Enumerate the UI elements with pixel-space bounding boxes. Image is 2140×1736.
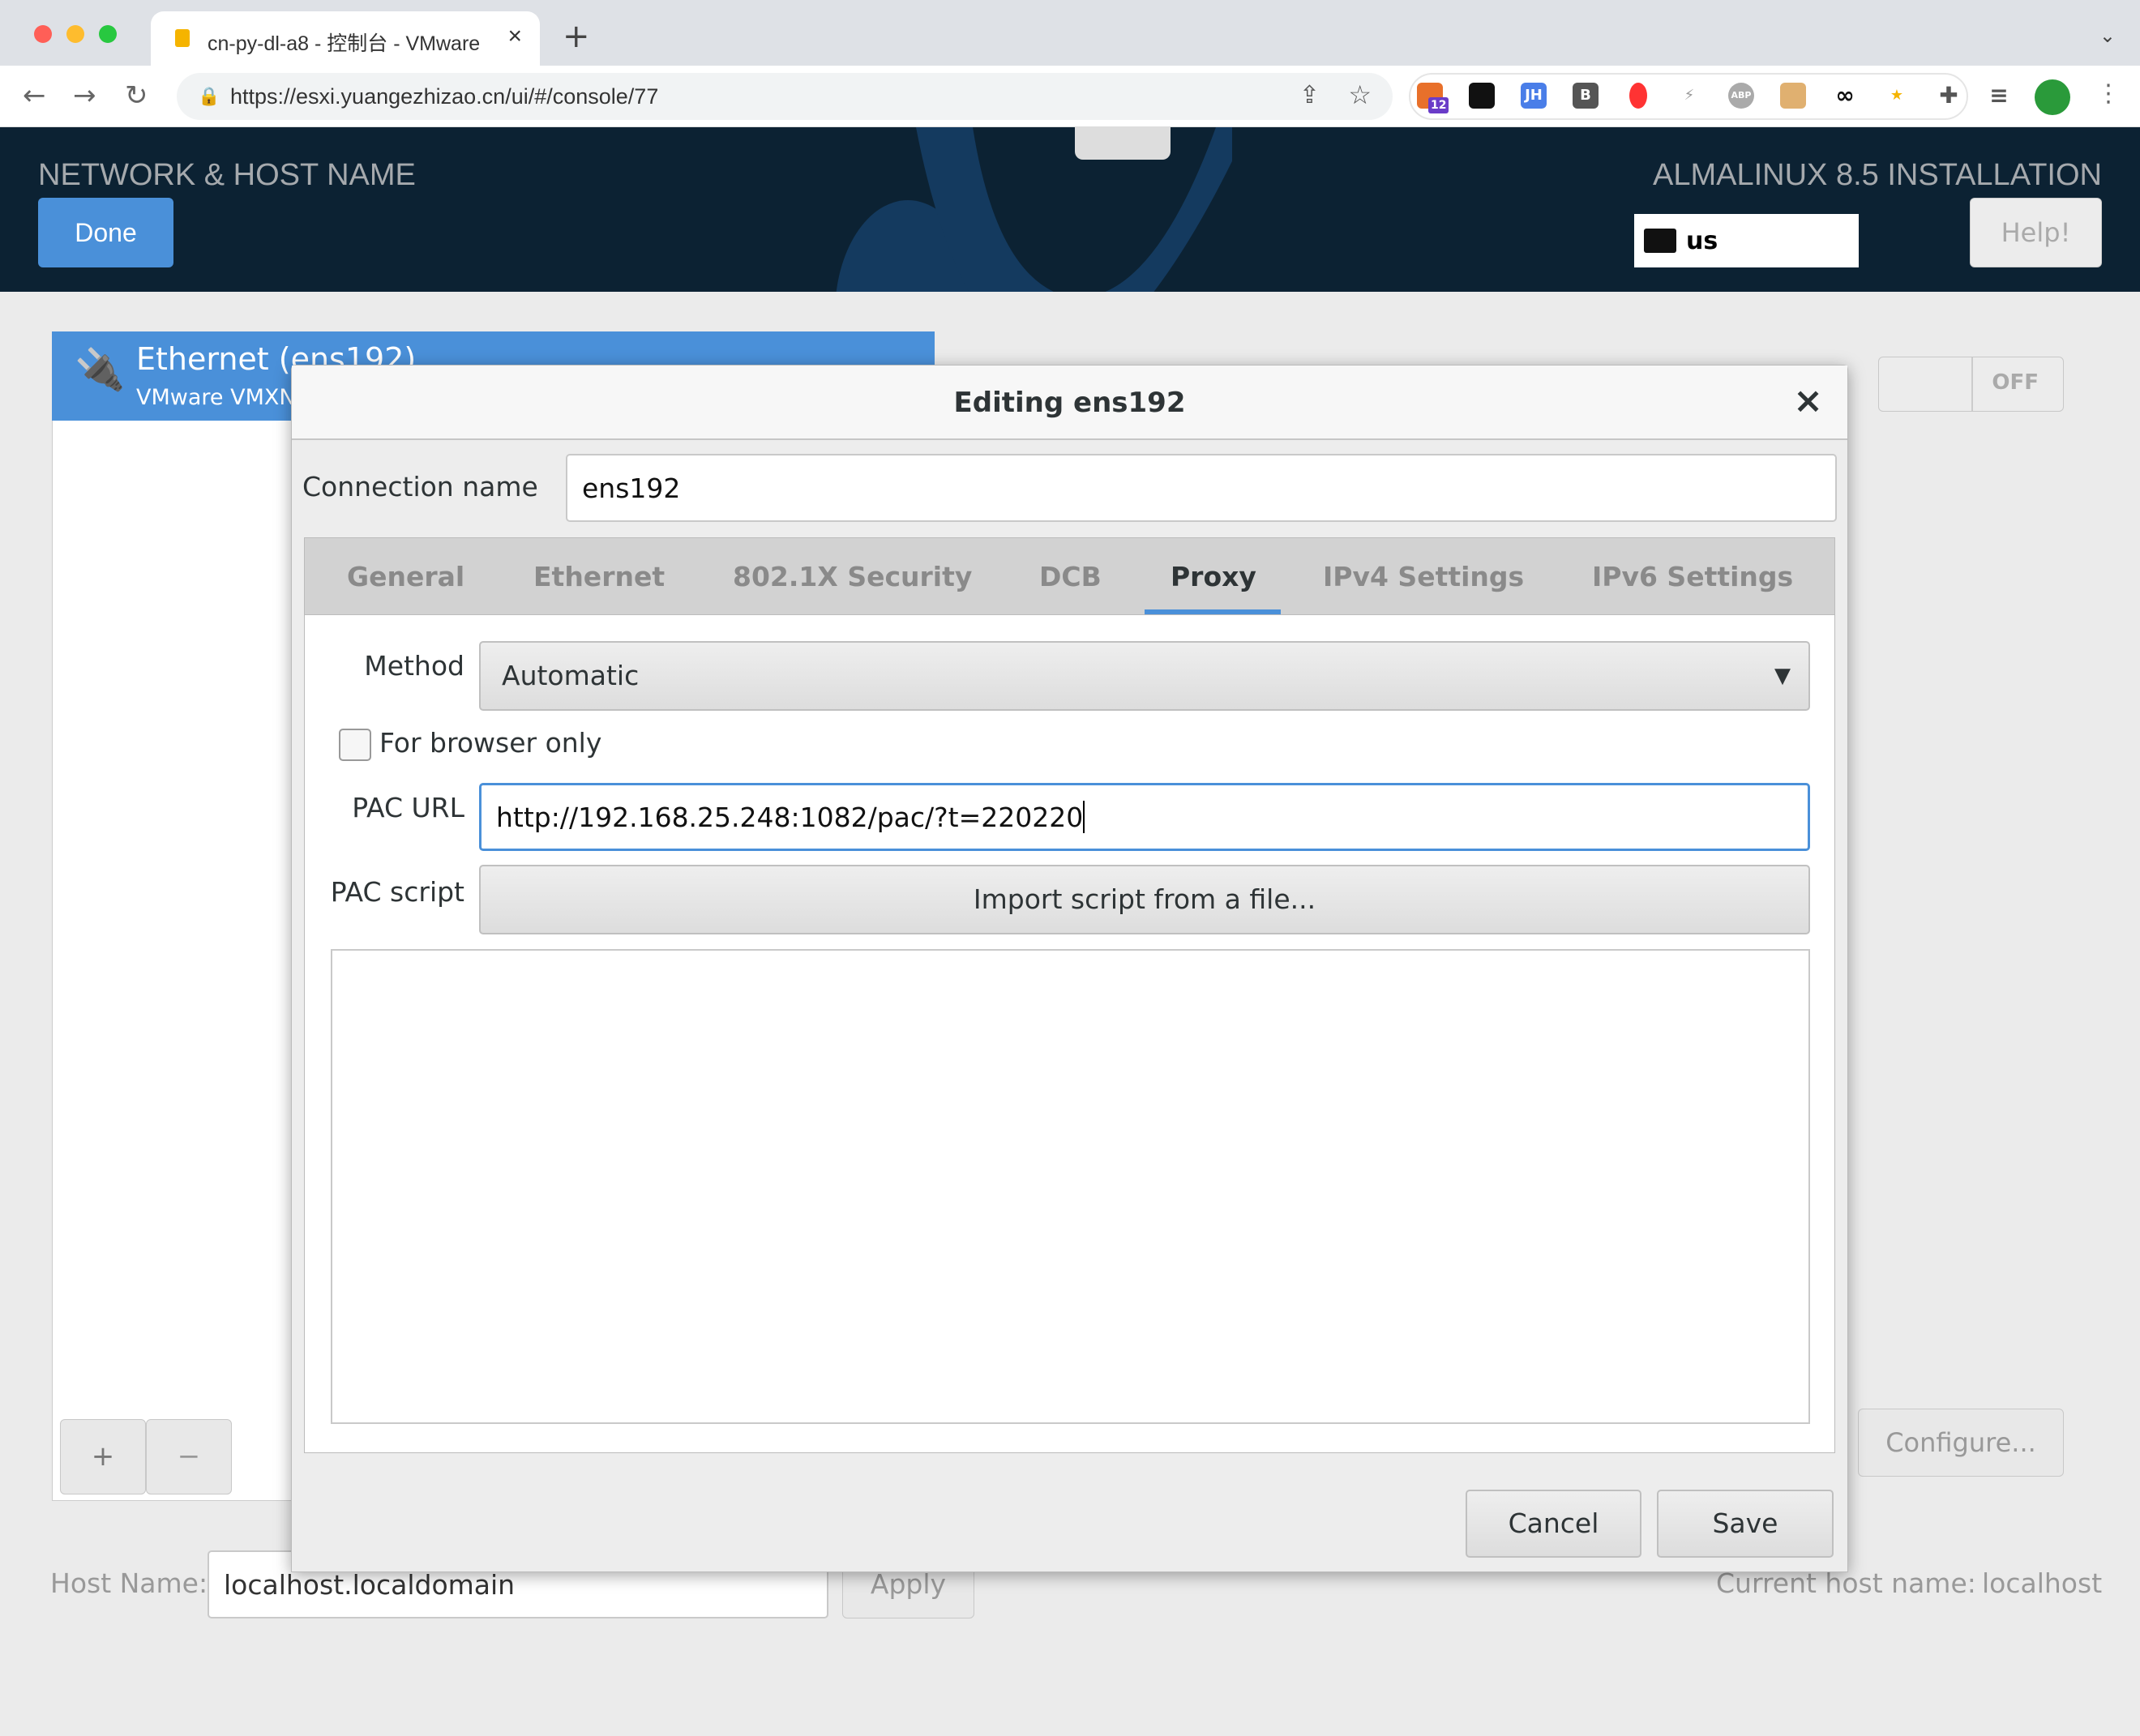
browser-tab-bar: cn-py-dl-a8 - 控制台 - VMware × + ⌄ xyxy=(0,0,2140,66)
close-window-button[interactable] xyxy=(34,25,52,43)
cancel-button[interactable]: Cancel xyxy=(1466,1490,1641,1558)
extension-icon[interactable] xyxy=(1780,83,1806,109)
tab-proxy[interactable]: Proxy xyxy=(1171,538,1256,616)
current-hostname-value: localhost xyxy=(1982,1567,2103,1599)
connection-name-label: Connection name xyxy=(302,471,538,502)
browser-menu-icon[interactable]: ⋮ xyxy=(2096,79,2121,108)
pac-url-value: http://192.168.25.248:1082/pac/?t=220220 xyxy=(496,801,1084,833)
connection-name-value: ens192 xyxy=(582,472,681,504)
method-dropdown[interactable]: Automatic ▼ xyxy=(479,641,1810,711)
dialog-titlebar: Editing ens192 xyxy=(292,366,1847,440)
hostname-value: localhost.localdomain xyxy=(224,1568,516,1601)
extension-icon[interactable]: ∞ xyxy=(1832,83,1858,109)
extension-icon[interactable]: B xyxy=(1573,83,1599,109)
tab-search-chevron-icon[interactable]: ⌄ xyxy=(2099,24,2116,47)
method-label: Method xyxy=(364,650,464,682)
keyboard-layout-indicator[interactable]: us xyxy=(1634,214,1859,267)
pac-script-textarea[interactable] xyxy=(331,949,1810,1424)
extension-icon[interactable]: 12 xyxy=(1417,83,1449,113)
lock-icon: 🔒 xyxy=(198,86,220,106)
installer-title: ALMALINUX 8.5 INSTALLATION xyxy=(1653,158,2102,192)
tab-general[interactable]: General xyxy=(347,538,464,616)
extension-icon[interactable] xyxy=(1629,83,1647,109)
method-value: Automatic xyxy=(502,660,640,691)
import-script-button[interactable]: Import script from a file... xyxy=(479,865,1810,934)
adblock-icon[interactable]: ABP xyxy=(1728,83,1754,109)
browser-only-checkbox[interactable] xyxy=(339,729,371,761)
console-menu-handle[interactable] xyxy=(1075,127,1171,160)
url-text: https://esxi.yuangezhizao.cn/ui/#/consol… xyxy=(230,84,659,109)
active-tab-indicator xyxy=(1145,609,1281,614)
settings-tabs: General Ethernet 802.1X Security DCB Pro… xyxy=(304,537,1835,615)
ethernet-icon: 🔌 xyxy=(75,346,126,393)
close-dialog-button[interactable]: × xyxy=(1793,380,1823,421)
reload-icon[interactable]: ↻ xyxy=(125,79,148,112)
help-button[interactable]: Help! xyxy=(1970,198,2102,267)
maximize-window-button[interactable] xyxy=(99,25,117,43)
bookmark-star-icon[interactable]: ☆ xyxy=(1348,79,1372,110)
avatar[interactable] xyxy=(2035,79,2070,115)
extension-icon[interactable]: JH xyxy=(1521,83,1547,109)
remove-device-button[interactable]: − xyxy=(146,1419,232,1494)
connection-name-input[interactable]: ens192 xyxy=(566,454,1837,522)
minimize-window-button[interactable] xyxy=(66,25,84,43)
extension-icon[interactable] xyxy=(1469,83,1495,109)
device-toggle[interactable]: OFF xyxy=(1878,357,2064,412)
configure-button[interactable]: Configure... xyxy=(1858,1409,2064,1477)
browser-only-label: For browser only xyxy=(379,727,602,759)
edit-connection-dialog: Editing ens192 × Connection name ens192 … xyxy=(291,365,1848,1572)
toggle-label: OFF xyxy=(1992,370,2039,395)
keyboard-icon xyxy=(1644,229,1676,253)
browser-tab[interactable]: cn-py-dl-a8 - 控制台 - VMware × xyxy=(151,11,540,66)
hostname-label: Host Name: xyxy=(50,1567,208,1599)
pac-script-label: PAC script xyxy=(330,876,464,908)
forward-icon[interactable]: → xyxy=(73,79,96,112)
tab-title: cn-py-dl-a8 - 控制台 - VMware xyxy=(208,32,481,55)
reading-list-icon[interactable]: ≡ xyxy=(1986,83,2012,109)
pac-url-input[interactable]: http://192.168.25.248:1082/pac/?t=220220 xyxy=(479,783,1810,851)
chevron-down-icon: ▼ xyxy=(1774,664,1791,688)
favicon-icon xyxy=(175,29,190,47)
tab-ipv4-settings[interactable]: IPv4 Settings xyxy=(1323,538,1524,616)
proxy-panel: Method Automatic ▼ For browser only PAC … xyxy=(304,615,1835,1453)
extension-icon[interactable]: ⚡ xyxy=(1676,83,1702,109)
share-icon[interactable]: ⇪ xyxy=(1299,81,1320,109)
tab-dcb[interactable]: DCB xyxy=(1039,538,1102,616)
page-title: NETWORK & HOST NAME xyxy=(38,158,416,192)
tab-802-1x-security[interactable]: 802.1X Security xyxy=(733,538,972,616)
tab-ethernet[interactable]: Ethernet xyxy=(533,538,665,616)
text-cursor xyxy=(1083,801,1085,833)
done-button[interactable]: Done xyxy=(38,198,173,267)
toggle-divider xyxy=(1971,357,1973,411)
add-device-button[interactable]: + xyxy=(60,1419,146,1494)
extension-badge: 12 xyxy=(1428,97,1449,113)
tab-ipv6-settings[interactable]: IPv6 Settings xyxy=(1592,538,1793,616)
dialog-title: Editing ens192 xyxy=(953,387,1186,419)
close-tab-icon[interactable]: × xyxy=(507,23,522,50)
back-icon[interactable]: ← xyxy=(23,79,46,112)
extensions-puzzle-icon[interactable]: ✚ xyxy=(1936,83,1962,109)
save-button[interactable]: Save xyxy=(1657,1490,1834,1558)
pac-url-label: PAC URL xyxy=(352,792,464,823)
extension-icon[interactable]: ★ xyxy=(1884,83,1910,109)
new-tab-icon[interactable]: + xyxy=(563,18,590,55)
address-bar[interactable]: 🔒 https://esxi.yuangezhizao.cn/ui/#/cons… xyxy=(177,73,1393,120)
keyboard-layout-value: us xyxy=(1686,227,1718,255)
